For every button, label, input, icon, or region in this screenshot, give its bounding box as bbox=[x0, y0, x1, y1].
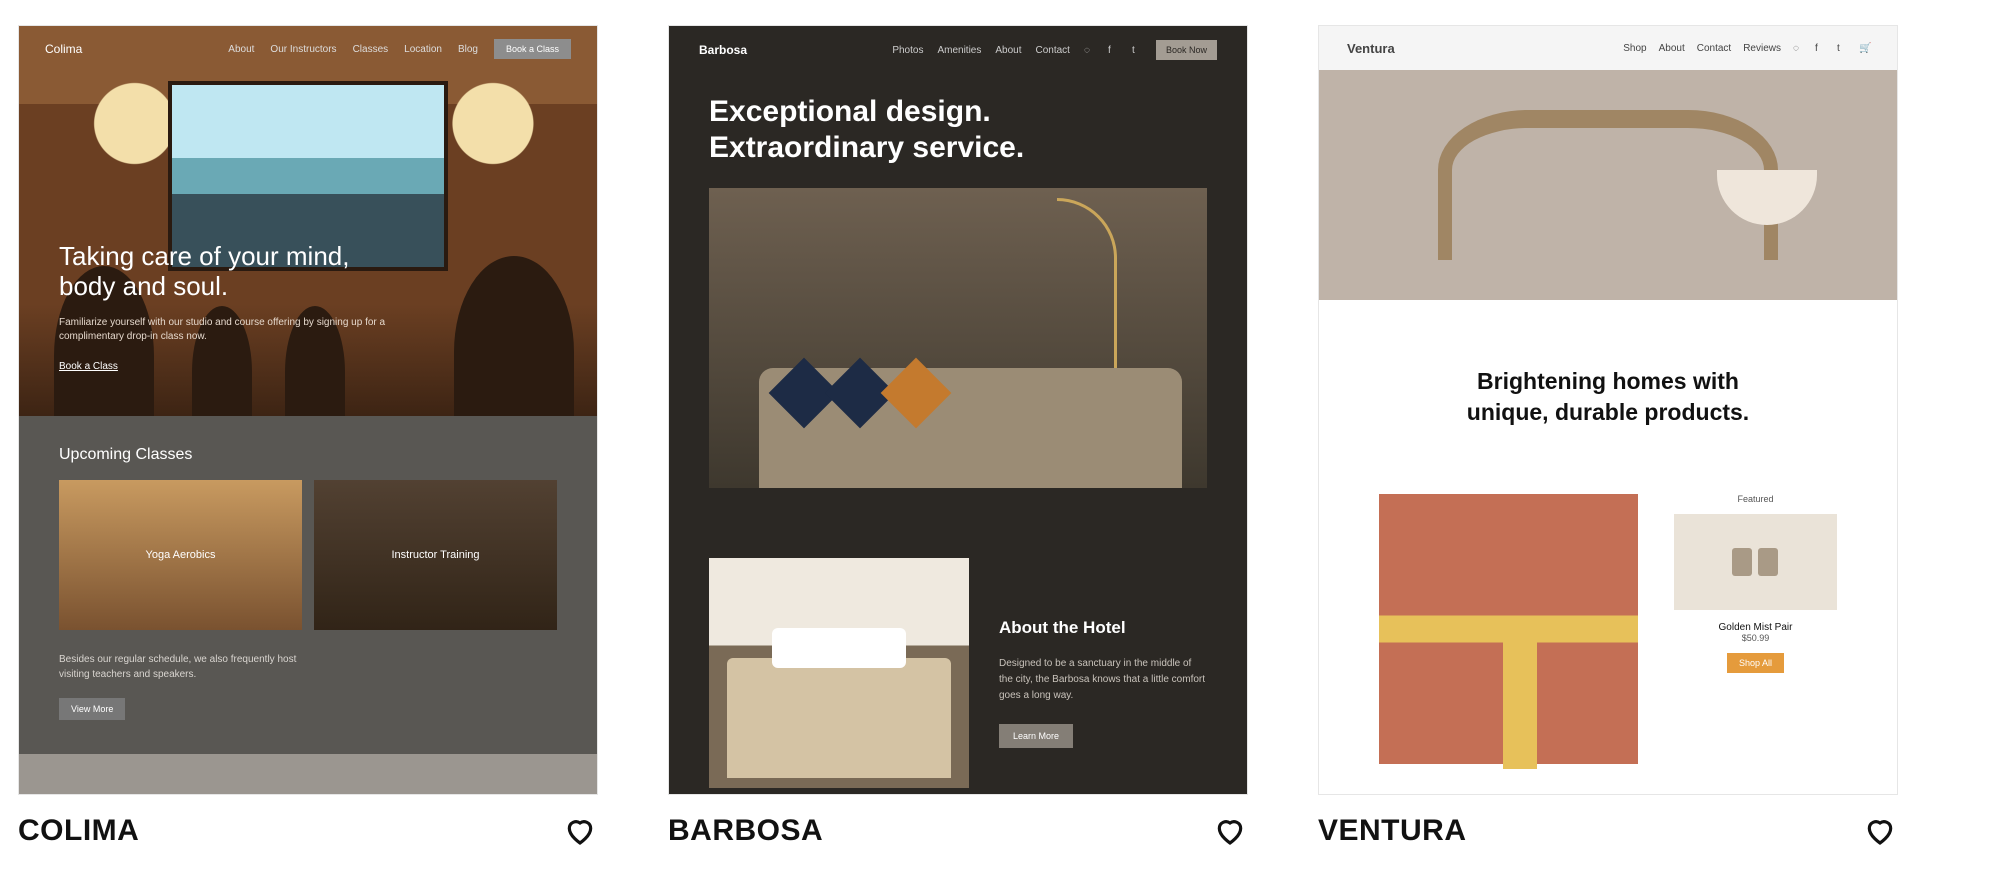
nav-link: Reviews bbox=[1743, 43, 1781, 54]
preview-nav: Ventura Shop About Contact Reviews ◌ f t… bbox=[1319, 26, 1897, 70]
preview-nav-links: About Our Instructors Classes Location B… bbox=[228, 39, 571, 59]
about-body: Designed to be a sanctuary in the middle… bbox=[999, 656, 1207, 704]
card-footer: BARBOSA bbox=[668, 795, 1248, 849]
preview-hero: Colima About Our Instructors Classes Loc… bbox=[19, 26, 597, 416]
featured-product: Featured Golden Mist Pair $50.99 Shop Al… bbox=[1674, 494, 1837, 764]
nav-link: Amenities bbox=[937, 45, 981, 56]
preview-products: Featured Golden Mist Pair $50.99 Shop Al… bbox=[1319, 494, 1897, 764]
nav-link: Blog bbox=[458, 44, 478, 55]
featured-cta: Shop All bbox=[1727, 653, 1784, 673]
about-left: With an emphasis on breathing techniques… bbox=[59, 794, 389, 795]
about-right: Learn more about our studio and philosop… bbox=[429, 794, 557, 795]
section-blurb: Besides our regular schedule, we also fr… bbox=[59, 652, 319, 682]
nav-link: About bbox=[1659, 43, 1685, 54]
preview-hero bbox=[1319, 70, 1897, 300]
class-thumb: Yoga Aerobics bbox=[59, 480, 302, 630]
favorite-button[interactable] bbox=[1212, 813, 1248, 849]
featured-label: Featured bbox=[1674, 494, 1837, 504]
hero-image bbox=[709, 188, 1207, 488]
template-card-barbosa[interactable]: Barbosa Photos Amenities About Contact ◌… bbox=[668, 25, 1248, 849]
heart-icon bbox=[1864, 815, 1896, 847]
template-title: COLIMA bbox=[18, 814, 139, 848]
hero-headline: Exceptional design. Extraordinary servic… bbox=[709, 94, 1207, 166]
product-art bbox=[1379, 494, 1638, 764]
nav-link: Photos bbox=[892, 45, 923, 56]
nav-link: Contact bbox=[1697, 43, 1731, 54]
nav-link: Classes bbox=[353, 44, 389, 55]
preview-nav-links: Photos Amenities About Contact ◌ f t Boo… bbox=[892, 40, 1217, 60]
template-card-ventura[interactable]: Ventura Shop About Contact Reviews ◌ f t… bbox=[1318, 25, 1898, 849]
preview-section-about: With an emphasis on breathing techniques… bbox=[19, 754, 597, 795]
preview-tagline: Brightening homes with unique, durable p… bbox=[1319, 300, 1897, 494]
facebook-icon: f bbox=[1108, 45, 1118, 55]
twitter-icon: t bbox=[1132, 45, 1142, 55]
nav-link: Contact bbox=[1036, 45, 1070, 56]
nav-link: Location bbox=[404, 44, 442, 55]
heart-icon bbox=[1214, 815, 1246, 847]
template-preview[interactable]: Barbosa Photos Amenities About Contact ◌… bbox=[668, 25, 1248, 795]
template-card-colima[interactable]: Colima About Our Instructors Classes Loc… bbox=[18, 25, 598, 849]
instagram-icon: ◌ bbox=[1084, 45, 1094, 55]
nav-link: Shop bbox=[1623, 43, 1646, 54]
nav-link: Our Instructors bbox=[270, 44, 336, 55]
preview-product-row bbox=[1319, 764, 1897, 795]
card-footer: VENTURA bbox=[1318, 795, 1898, 849]
nav-link: About bbox=[228, 44, 254, 55]
favorite-button[interactable] bbox=[1862, 813, 1898, 849]
preview-section-classes: Upcoming Classes Yoga Aerobics Instructo… bbox=[19, 416, 597, 754]
pillows-graphic bbox=[779, 368, 941, 418]
cart-icon: 🛒 bbox=[1859, 43, 1869, 53]
template-preview[interactable]: Colima About Our Instructors Classes Loc… bbox=[18, 25, 598, 795]
thumb-label: Yoga Aerobics bbox=[146, 549, 216, 561]
hero-link: Book a Class bbox=[59, 361, 118, 372]
preview-nav: Barbosa Photos Amenities About Contact ◌… bbox=[669, 26, 1247, 74]
preview-hero: Exceptional design. Extraordinary servic… bbox=[669, 74, 1247, 488]
heart-icon bbox=[564, 815, 596, 847]
section-heading: Upcoming Classes bbox=[59, 446, 557, 464]
nav-link: About bbox=[995, 45, 1021, 56]
preview-nav-links: Shop About Contact Reviews ◌ f t 🛒 bbox=[1623, 43, 1869, 54]
card-footer: COLIMA bbox=[18, 795, 598, 849]
about-cta: Learn More bbox=[999, 724, 1073, 748]
facebook-icon: f bbox=[1815, 43, 1825, 53]
class-thumb: Instructor Training bbox=[314, 480, 557, 630]
preview-brand: Colima bbox=[45, 42, 82, 56]
instagram-icon: ◌ bbox=[1793, 43, 1803, 53]
hero-text: Taking care of your mind, body and soul.… bbox=[59, 242, 389, 374]
hero-sub: Familiarize yourself with our studio and… bbox=[59, 316, 389, 344]
template-preview[interactable]: Ventura Shop About Contact Reviews ◌ f t… bbox=[1318, 25, 1898, 795]
about-heading: About the Hotel bbox=[999, 618, 1207, 638]
preview-brand: Ventura bbox=[1347, 41, 1395, 56]
nav-cta: Book a Class bbox=[494, 39, 571, 59]
preview-nav: Colima About Our Instructors Classes Loc… bbox=[19, 26, 597, 72]
featured-image bbox=[1674, 514, 1837, 610]
nav-cta: Book Now bbox=[1156, 40, 1217, 60]
section-cta: View More bbox=[59, 698, 125, 720]
featured-price: $50.99 bbox=[1674, 633, 1837, 643]
template-title: VENTURA bbox=[1318, 814, 1467, 848]
favorite-button[interactable] bbox=[562, 813, 598, 849]
template-title: BARBOSA bbox=[668, 814, 823, 848]
hero-headline: Taking care of your mind, body and soul. bbox=[59, 242, 389, 302]
tagline-text: Brightening homes with unique, durable p… bbox=[1359, 366, 1857, 428]
thumb-label: Instructor Training bbox=[391, 549, 479, 561]
template-grid: Colima About Our Instructors Classes Loc… bbox=[18, 25, 1981, 849]
featured-name: Golden Mist Pair bbox=[1674, 622, 1837, 633]
twitter-icon: t bbox=[1837, 43, 1847, 53]
preview-brand: Barbosa bbox=[699, 43, 747, 57]
about-image bbox=[709, 558, 969, 788]
preview-section-about: About the Hotel Designed to be a sanctua… bbox=[669, 488, 1247, 788]
